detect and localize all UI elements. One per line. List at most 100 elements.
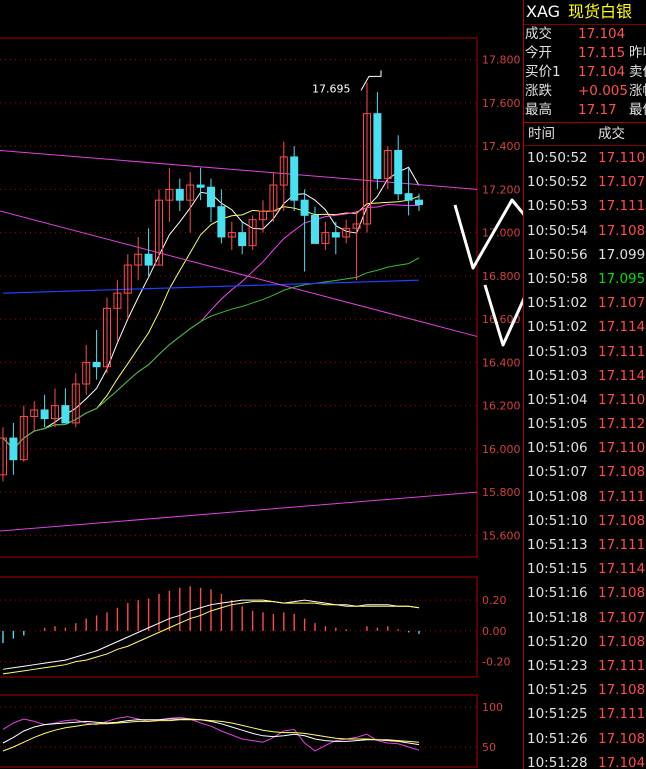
tick-row[interactable]: 10:51:26 17.108	[524, 727, 646, 751]
tick-time: 10:50:52	[527, 174, 588, 191]
quote-row: 今开 17.115昨收	[524, 44, 646, 63]
quote-row: 最高 17.17 最低	[524, 101, 646, 120]
candle-down	[207, 186, 215, 208]
candle-down	[196, 184, 205, 188]
tick-row[interactable]: 10:51:03 17.114	[524, 364, 646, 388]
tick-row[interactable]: 10:51:06 17.110	[524, 436, 646, 460]
quote-label-secondary: 昨收	[629, 45, 646, 61]
tick-row[interactable]: 10:51:16 17.108	[524, 581, 646, 605]
tick-price: 17.114	[598, 319, 646, 336]
tick-time: 10:51:25	[527, 682, 588, 699]
tick-time: 10:51:08	[527, 488, 588, 505]
tick-row[interactable]: 10:51:05 17.112	[524, 412, 646, 436]
y-tick-label: -0.20	[482, 656, 510, 669]
d-line	[2, 719, 420, 752]
tick-price: 17.112	[598, 416, 646, 433]
tick-row[interactable]: 10:51:25 17.111	[524, 702, 646, 726]
tick-row[interactable]: 10:51:08 17.111	[524, 485, 646, 509]
arrow-overlay	[453, 198, 523, 347]
arrow-path	[453, 198, 523, 270]
candle-down	[394, 149, 403, 195]
tick-time: 10:51:03	[527, 367, 588, 384]
tick-row[interactable]: 10:51:04 17.110	[524, 388, 646, 412]
y-tick-label: 0.00	[482, 625, 507, 638]
tick-price: 17.111	[598, 343, 646, 360]
quote-value: +0.005	[578, 83, 628, 99]
candle-down	[373, 113, 382, 180]
tick-time: 10:51:28	[527, 754, 588, 769]
quote-header: XAG 现货白银	[524, 0, 646, 25]
y-tick-label: 50	[482, 741, 496, 754]
tick-time: 10:51:20	[527, 633, 588, 650]
quote-label: 今开	[525, 45, 552, 61]
tick-price: 17.111	[598, 198, 646, 215]
tick-time: 10:51:06	[527, 440, 588, 457]
tick-row[interactable]: 10:50:53 17.111	[524, 194, 646, 218]
tick-row[interactable]: 10:51:20 17.108	[524, 630, 646, 654]
tick-row[interactable]: 10:50:52 17.110	[524, 146, 646, 170]
quote-row: 成交 17.104	[524, 25, 646, 44]
tick-row[interactable]: 10:51:18 17.107	[524, 606, 646, 630]
tick-row[interactable]: 10:51:02 17.114	[524, 315, 646, 339]
y-tick-label: 16.000	[482, 443, 521, 456]
tick-row[interactable]: 10:51:10 17.108	[524, 509, 646, 533]
y-tick-label: 100	[482, 701, 503, 714]
trendline	[0, 210, 478, 337]
tick-row[interactable]: 10:51:07 17.108	[524, 460, 646, 484]
candle-down	[175, 188, 184, 201]
tick-time: 10:51:23	[527, 657, 588, 674]
tick-list[interactable]: 10:50:52 17.110 10:50:52 17.107 10:50:53 17.1…	[524, 146, 646, 769]
tick-price: 17.108	[598, 512, 646, 529]
tick-price: 17.111	[598, 537, 646, 553]
tick-time: 10:51:03	[527, 343, 588, 360]
candle-down	[238, 232, 247, 247]
tick-row[interactable]: 10:50:54 17.108	[524, 219, 646, 243]
tick-time: 10:50:53	[527, 198, 588, 215]
tick-time: 10:50:58	[527, 270, 588, 287]
tick-time: 10:51:02	[527, 295, 588, 312]
candle-down	[40, 409, 49, 420]
tick-time: 10:50:56	[527, 246, 588, 263]
high-annotation: 17.695	[312, 82, 351, 95]
quote-rows: 成交 17.104 今开 17.115昨收买价117.104卖价涨跌+0.005涨幅最…	[524, 25, 646, 120]
trendline	[0, 149, 478, 190]
tick-time: 10:50:54	[527, 222, 588, 239]
tick-row[interactable]: 10:51:03 17.111	[524, 340, 646, 364]
quote-row: 涨跌 +0.005涨幅	[524, 82, 646, 101]
pane-frame-3	[0, 694, 478, 768]
y-tick-label: 16.800	[482, 270, 521, 283]
tick-row[interactable]: 10:51:23 17.111	[524, 654, 646, 678]
candle-down	[290, 156, 299, 201]
tick-row[interactable]: 10:50:52 17.107	[524, 170, 646, 194]
tick-row[interactable]: 10:51:13 17.111	[524, 533, 646, 557]
tick-time: 10:51:26	[527, 730, 588, 747]
quote-label: 买价1	[525, 64, 561, 80]
quote-value: 17.115	[578, 45, 626, 61]
tick-row[interactable]: 10:50:58 17.095	[524, 267, 646, 291]
quote-label-secondary: 卖价	[629, 64, 646, 80]
tick-price: 17.095	[598, 270, 646, 287]
tick-time: 10:51:10	[527, 512, 588, 529]
kline-chart: 17.80017.60017.40017.20017.00016.80016.6…	[0, 37, 523, 768]
tick-row[interactable]: 10:51:15 17.114	[524, 557, 646, 581]
tick-row[interactable]: 10:51:02 17.107	[524, 291, 646, 315]
tick-price: 17.111	[598, 488, 646, 505]
quote-label: 成交	[525, 26, 552, 42]
tick-time: 10:51:15	[527, 561, 588, 578]
arrow-path	[483, 284, 523, 347]
tick-time: 10:51:13	[527, 537, 588, 553]
tick-price: 17.108	[598, 633, 646, 650]
tick-row[interactable]: 10:51:28 17.104	[524, 751, 646, 769]
y-tick-label: 17.600	[482, 97, 521, 110]
tick-price: 17.108	[598, 464, 646, 481]
tick-price: 17.114	[598, 367, 646, 384]
y-tick-label: 0.20	[482, 594, 507, 607]
y-tick-label: 17.200	[482, 183, 521, 196]
quote-value: 17.104	[578, 26, 626, 42]
tick-row[interactable]: 10:51:25 17.108	[524, 678, 646, 702]
candle-down	[300, 199, 309, 216]
quote-row: 买价1 17.104卖价	[524, 63, 646, 82]
tick-row[interactable]: 10:50:56 17.099	[524, 243, 646, 267]
trendline	[0, 491, 478, 532]
candle-down	[61, 405, 70, 424]
